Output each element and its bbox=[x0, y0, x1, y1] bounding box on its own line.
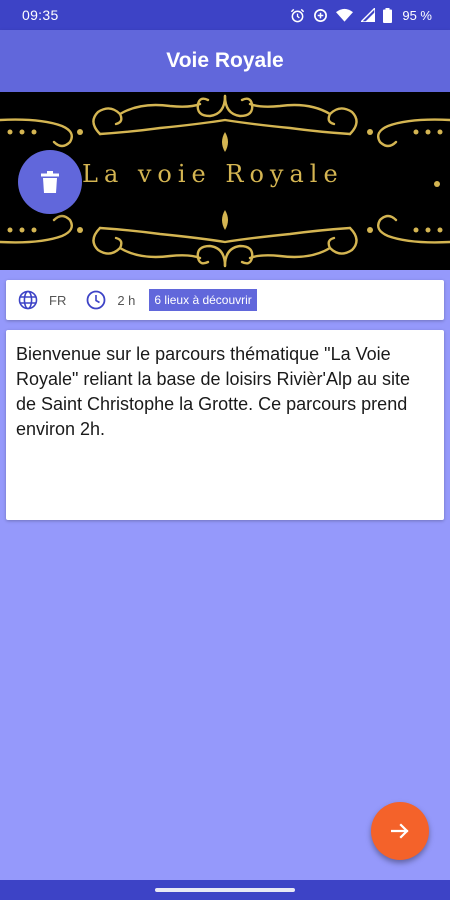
duration-info: 2 h bbox=[86, 290, 149, 310]
delete-button[interactable] bbox=[18, 150, 82, 214]
route-info-card: FR 2 h 6 lieux à découvrir bbox=[6, 280, 444, 320]
system-navigation-bar bbox=[0, 880, 450, 900]
status-time: 09:35 bbox=[22, 7, 59, 23]
description-card: Bienvenue sur le parcours thématique "La… bbox=[6, 330, 444, 520]
language-label: FR bbox=[49, 292, 67, 308]
data-saver-icon bbox=[314, 8, 328, 22]
places-badge: 6 lieux à découvrir bbox=[149, 289, 257, 311]
battery-icon bbox=[383, 7, 393, 23]
duration-label: 2 h bbox=[117, 292, 136, 308]
status-bar: 09:35 95 % bbox=[0, 0, 450, 30]
app-bar: Voie Royale bbox=[0, 30, 450, 92]
status-icons: 95 % bbox=[290, 7, 432, 23]
trash-icon bbox=[41, 171, 59, 193]
page-title: Voie Royale bbox=[166, 49, 284, 72]
wifi-icon bbox=[336, 8, 354, 22]
arrow-right-icon bbox=[391, 823, 409, 839]
globe-icon bbox=[18, 290, 38, 310]
clock-icon bbox=[86, 290, 106, 310]
language-info: FR bbox=[18, 290, 86, 310]
battery-percent: 95 % bbox=[402, 7, 432, 23]
banner-title: La voie Royale bbox=[82, 160, 344, 188]
route-description: Bienvenue sur le parcours thématique "La… bbox=[16, 344, 411, 439]
next-button[interactable] bbox=[371, 802, 429, 860]
signal-icon bbox=[361, 8, 376, 22]
alarm-icon bbox=[291, 8, 305, 22]
home-gesture-handle[interactable] bbox=[155, 888, 295, 892]
